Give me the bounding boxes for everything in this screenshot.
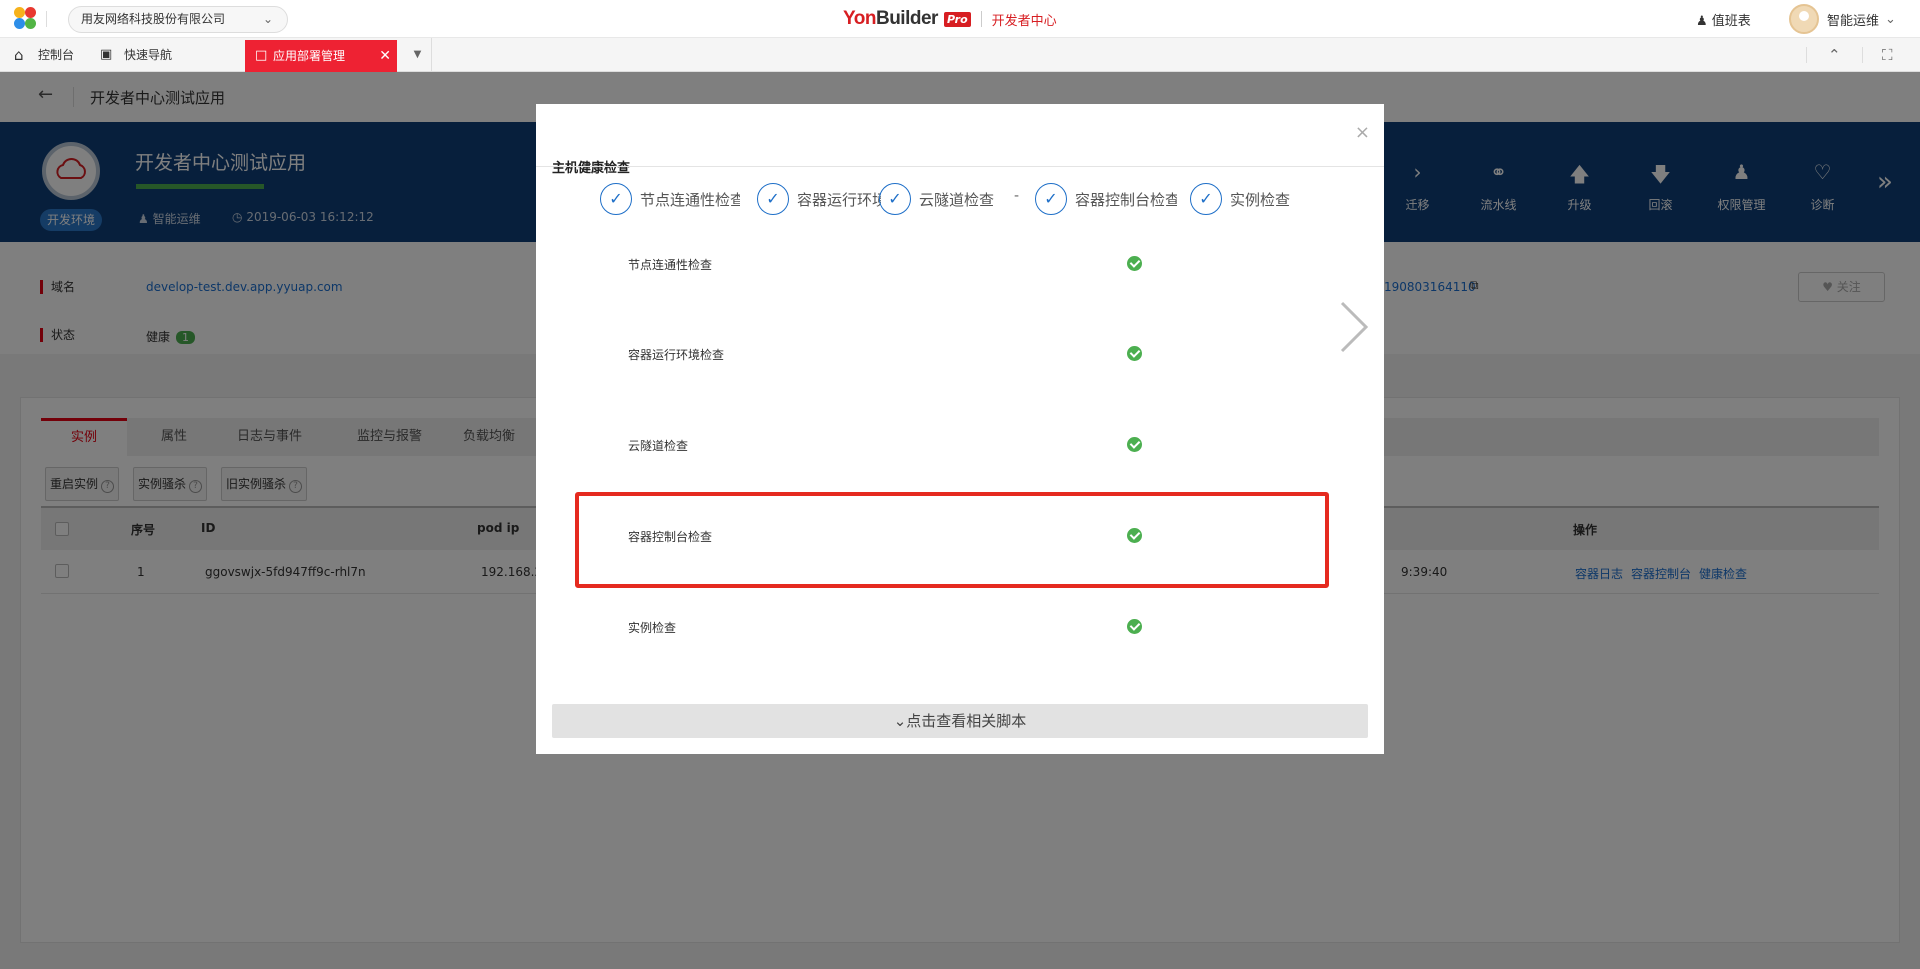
- step-separator: -: [1014, 188, 1020, 204]
- check-circle-icon: ✓: [757, 183, 789, 215]
- collapse-button[interactable]: ⌃: [1828, 38, 1841, 72]
- success-icon: [1127, 619, 1142, 634]
- org-select-value: 用友网络科技股份有限公司: [81, 12, 226, 26]
- brand-pro-badge: Pro: [943, 11, 971, 27]
- fullscreen-button[interactable]: ⛶: [1882, 38, 1893, 72]
- monitor-icon: ▣: [100, 47, 113, 62]
- check-row: 节点连通性检查: [628, 254, 1228, 274]
- step-label: 节点连通性检查: [640, 190, 740, 209]
- divider: [1862, 47, 1863, 63]
- step-label: 容器控制台检查: [1075, 190, 1177, 209]
- user-name: 智能运维: [1827, 13, 1880, 29]
- check-row: 云隧道检查: [628, 435, 1228, 455]
- top-bar: 用友网络科技股份有限公司 ⌄ Yon Builder Pro 开发者中心 ♟ 值班…: [0, 0, 1920, 38]
- tab-app-deploy-label: 应用部署管理: [273, 49, 346, 63]
- home-icon: ⌂: [14, 46, 24, 64]
- brand-center-label: 开发者中心: [991, 13, 1057, 29]
- success-icon: [1127, 256, 1142, 271]
- check-label: 实例检查: [628, 621, 677, 635]
- brand-builder: Builder: [875, 8, 938, 29]
- caret-down-icon: ▼: [413, 49, 422, 60]
- success-icon: [1127, 346, 1142, 361]
- chevron-down-icon: ⌄: [893, 712, 907, 730]
- chevron-down-icon: ⌄: [1885, 11, 1896, 27]
- duty-label: 值班表: [1711, 14, 1751, 29]
- step-container-runtime[interactable]: ✓ 容器运行环境检查: [757, 183, 881, 215]
- check-circle-icon: ✓: [1190, 183, 1222, 215]
- check-label: 节点连通性检查: [628, 258, 713, 272]
- brand-yon: Yon: [843, 8, 876, 29]
- tab-console-label: 控制台: [38, 48, 75, 62]
- chevron-up-icon: ⌃: [1828, 46, 1841, 64]
- step-instance[interactable]: ✓ 实例检查: [1190, 183, 1290, 215]
- document-icon: □: [255, 48, 268, 63]
- brand-logo: Yon Builder Pro 开发者中心: [843, 8, 1057, 30]
- close-icon[interactable]: ✕: [379, 40, 391, 72]
- highlight-box: [575, 492, 1329, 588]
- success-icon: [1127, 437, 1142, 452]
- step-label: 实例检查: [1230, 190, 1291, 209]
- divider: [536, 166, 1384, 167]
- check-row: 容器运行环境检查: [628, 344, 1228, 364]
- tab-app-deploy[interactable]: □ 应用部署管理 ✕: [245, 40, 397, 72]
- tab-quick-nav[interactable]: ▣ 快速导航: [86, 38, 172, 72]
- tab-quick-nav-label: 快速导航: [124, 48, 173, 62]
- check-circle-icon: ✓: [879, 183, 911, 215]
- avatar: [1789, 4, 1819, 34]
- step-container-console[interactable]: ✓ 容器控制台检查: [1035, 183, 1177, 215]
- step-label: 容器运行环境检查: [797, 190, 881, 209]
- org-select[interactable]: 用友网络科技股份有限公司 ⌄: [68, 6, 288, 33]
- fullscreen-icon: ⛶: [1882, 46, 1893, 64]
- step-label: 云隧道检查: [919, 190, 995, 209]
- view-script-button[interactable]: ⌄点击查看相关脚本: [552, 704, 1368, 738]
- brand-divider: [980, 11, 982, 27]
- tab-console[interactable]: ⌂ 控制台: [0, 38, 74, 72]
- check-row: 实例检查: [628, 617, 1228, 637]
- tab-dropdown-button[interactable]: ▼: [404, 38, 432, 72]
- check-circle-icon: ✓: [1035, 183, 1067, 215]
- check-circle-icon: ✓: [600, 183, 632, 215]
- tab-bar: ⌂ 控制台 ▣ 快速导航 □ 应用部署管理 ✕: [0, 38, 1920, 72]
- step-cloud-tunnel[interactable]: ✓ 云隧道检查: [879, 183, 994, 215]
- close-icon[interactable]: ×: [1355, 122, 1370, 143]
- user-menu[interactable]: 智能运维 ⌄: [1789, 4, 1896, 34]
- chevron-down-icon: ⌄: [262, 12, 273, 26]
- step-node-connectivity[interactable]: ✓ 节点连通性检查: [600, 183, 740, 215]
- check-label: 云隧道检查: [628, 439, 689, 453]
- check-label: 容器运行环境检查: [628, 348, 725, 362]
- view-script-label: 点击查看相关脚本: [906, 712, 1027, 730]
- divider: [1806, 47, 1807, 63]
- person-tree-icon: ♟: [1696, 14, 1708, 29]
- duty-schedule-link[interactable]: ♟ 值班表: [1696, 10, 1751, 29]
- next-arrow-icon[interactable]: [1336, 299, 1372, 359]
- health-check-modal: × 主机健康检查 ✓ 节点连通性检查 ✓ 容器运行环境检查 ✓ 云隧道检查 - …: [536, 104, 1384, 754]
- app-logo-icon[interactable]: [12, 6, 38, 32]
